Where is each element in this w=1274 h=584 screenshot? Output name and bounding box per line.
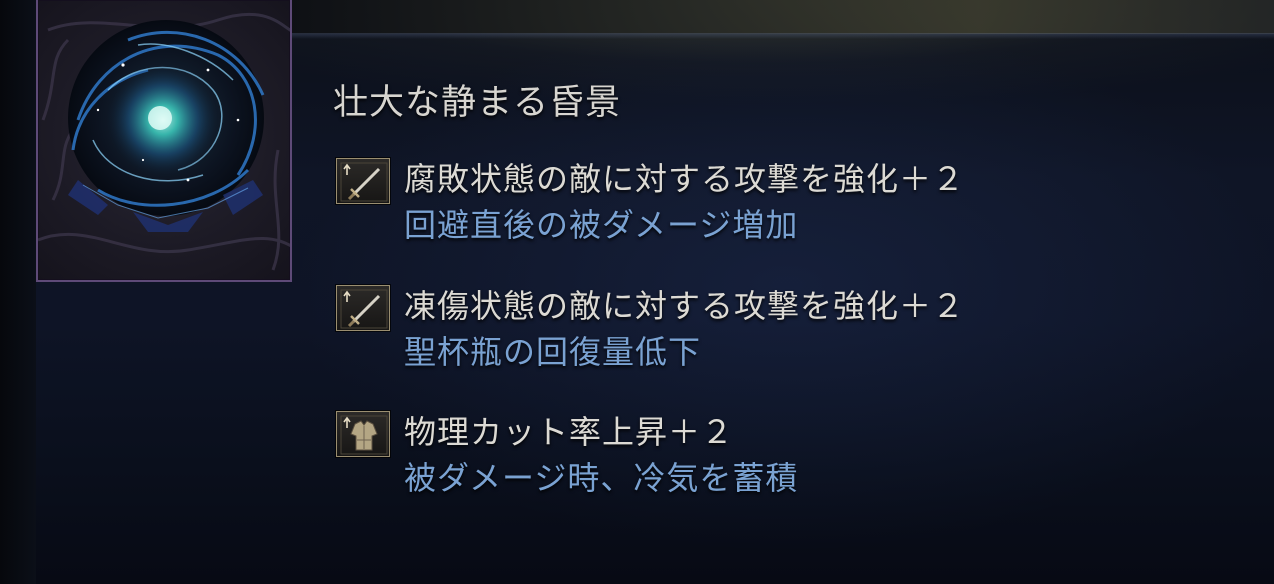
weapon-sword-icon xyxy=(336,158,390,204)
dark-night-relic-icon xyxy=(38,12,290,271)
relic-title: 壮大な静まる昏景 xyxy=(333,83,622,123)
left-edge-shade xyxy=(0,0,36,584)
header-edge-line xyxy=(290,33,1274,39)
top-header-band xyxy=(290,0,1274,34)
relic-effect-2: 凍傷状態の敵に対する攻撃を強化＋２ 聖杯瓶の回復量低下 xyxy=(336,285,1236,385)
effect-1-text: 腐敗状態の敵に対する攻撃を強化＋２ xyxy=(404,160,966,198)
effect-1-penalty: 回避直後の被ダメージ増加 xyxy=(404,206,799,244)
relic-image-frame xyxy=(36,0,292,282)
effect-2-penalty: 聖杯瓶の回復量低下 xyxy=(404,333,702,371)
relic-detail-screen: 壮大な静まる昏景 腐敗状態の敵に対する攻撃を強化＋２ 回避直後の被ダメージ増加 xyxy=(0,0,1274,584)
effect-3-penalty: 被ダメージ時、冷気を蓄積 xyxy=(404,459,799,497)
armor-chest-icon xyxy=(336,411,390,457)
effect-2-text: 凍傷状態の敵に対する攻撃を強化＋２ xyxy=(404,287,966,325)
relic-effect-1: 腐敗状態の敵に対する攻撃を強化＋２ 回避直後の被ダメージ増加 xyxy=(336,158,1236,258)
relic-effect-3: 物理カット率上昇＋２ 被ダメージ時、冷気を蓄積 xyxy=(336,411,1236,511)
effect-3-text: 物理カット率上昇＋２ xyxy=(404,413,735,451)
weapon-sword-icon xyxy=(336,285,390,331)
